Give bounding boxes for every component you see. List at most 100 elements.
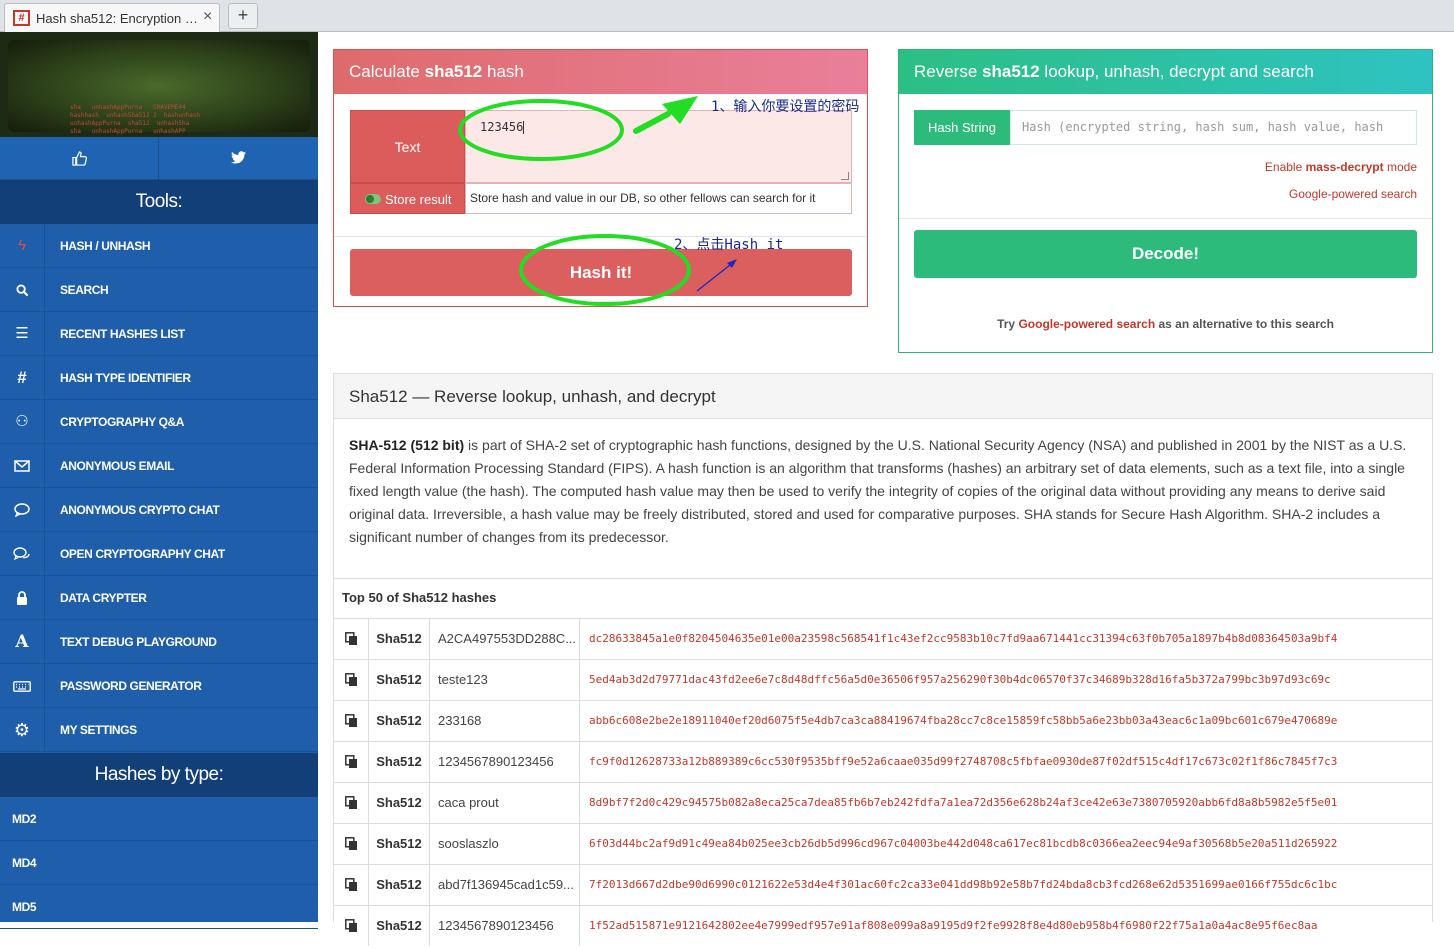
- hash-string-input[interactable]: Hash (encrypted string, hash sum, hash v…: [1010, 110, 1417, 145]
- site-favicon-icon: #: [13, 10, 30, 26]
- browser-tab-bar: # Hash sha512: Encryption and reverse de…: [0, 0, 1454, 32]
- sidebar-item-label: HASH / UNHASH: [60, 239, 151, 253]
- copy-button[interactable]: [334, 619, 369, 659]
- sidebar-item-hash-unhash[interactable]: ϟ HASH / UNHASH: [0, 224, 318, 268]
- hash-value-cell[interactable]: 1f52ad515871e9121642802ee4e7999edf957e91…: [589, 906, 1432, 946]
- sidebar-item-text-debug-playground[interactable]: A TEXT DEBUG PLAYGROUND: [0, 620, 318, 664]
- plain-value-cell[interactable]: A2CA497553DD288C...: [430, 619, 580, 659]
- sidebar-item-my-settings[interactable]: ⚙ MY SETTINGS: [0, 708, 318, 752]
- hash-value-cell[interactable]: abb6c608e2be2e18911040ef20d6075f5e4db7ca…: [589, 701, 1432, 741]
- text-input[interactable]: 123456: [465, 110, 852, 183]
- hash-it-button[interactable]: Hash it!: [350, 249, 852, 296]
- browser-tab[interactable]: # Hash sha512: Encryption and reverse de…: [4, 3, 220, 32]
- sidebar-item-anonymous-crypto-chat[interactable]: ANONYMOUS CRYPTO CHAT: [0, 488, 318, 532]
- sidebar-item-label: TEXT DEBUG PLAYGROUND: [60, 635, 217, 649]
- sidebar-type-md2[interactable]: MD2: [0, 797, 318, 841]
- close-tab-icon[interactable]: ×: [203, 9, 212, 25]
- hash-type-cell: Sha512: [369, 783, 430, 823]
- hash-value-cell[interactable]: 5ed4ab3d2d79771dac43fd2ee6e7c8d48dffc56a…: [589, 660, 1432, 700]
- store-result-toggle[interactable]: Store result: [350, 183, 465, 214]
- thumbs-up-icon: [71, 151, 87, 166]
- hero-screen-text: sha unhashAppPurna CRAVEME44 hashhash un…: [70, 104, 201, 135]
- sidebar-item-password-generator[interactable]: PASSWORD GENERATOR: [0, 664, 318, 708]
- plain-value-cell[interactable]: teste123: [430, 660, 580, 700]
- text-input-value: 123456: [480, 120, 524, 134]
- sidebar-item-search[interactable]: SEARCH: [0, 268, 318, 312]
- decode-button[interactable]: Decode!: [914, 230, 1417, 278]
- sidebar-item-label: DATA CRYPTER: [60, 591, 147, 605]
- hash-table-row: Sha512 A2CA497553DD288C... dc28633845a1e0f…: [334, 618, 1432, 659]
- copy-icon: [344, 919, 357, 932]
- hash-table-row: Sha512 1234567890123456 1f52ad515871e91216…: [334, 905, 1432, 946]
- sidebar-item-hash-type-identifier[interactable]: # HASH TYPE IDENTIFIER: [0, 356, 318, 400]
- sidebar-item-data-crypter[interactable]: DATA CRYPTER: [0, 576, 318, 620]
- copy-button[interactable]: [334, 660, 369, 700]
- plain-value-cell[interactable]: abd7f136945cad1c59...: [430, 865, 580, 905]
- google-search-link[interactable]: Google-powered search: [1289, 187, 1417, 201]
- text-label: Text: [350, 110, 465, 183]
- info-description: SHA-512 (512 bit) is part of SHA-2 set o…: [349, 437, 1407, 545]
- google-alternative-link[interactable]: Google-powered search: [1018, 317, 1155, 331]
- mass-decrypt-link[interactable]: Enable mass-decrypt mode: [1265, 160, 1417, 174]
- sidebar-item-label: PASSWORD GENERATOR: [60, 679, 202, 693]
- calculate-hash-panel: Calculate sha512 hash Text 123456 Store …: [333, 49, 868, 307]
- hash-table-row: Sha512 abd7f136945cad1c59... 7f2013d667d2d…: [334, 864, 1432, 905]
- hash-table-row: Sha512 sooslaszlo 6f03d44bc2af9d91c49ea84b…: [334, 823, 1432, 864]
- sidebar-item-cryptography-qa[interactable]: ⚇ CRYPTOGRAPHY Q&A: [0, 400, 318, 444]
- copy-button[interactable]: [334, 824, 369, 864]
- sidebar-item-open-cryptography-chat[interactable]: OPEN CRYPTOGRAPHY CHAT: [0, 532, 318, 576]
- alternative-search-note: Try Google-powered search as an alternat…: [997, 317, 1334, 331]
- reverse-lookup-panel: Reverse sha512 lookup, unhash, decrypt a…: [898, 49, 1433, 353]
- like-button[interactable]: [0, 137, 158, 180]
- tools-heading: Tools:: [0, 180, 318, 224]
- copy-button[interactable]: [334, 865, 369, 905]
- hash-table-row: Sha512 1234567890123456 fc9f0d12628733a12b…: [334, 741, 1432, 782]
- sidebar-item-recent-hashes[interactable]: ☰ RECENT HASHES LIST: [0, 312, 318, 356]
- sidebar-type-label: MD2: [12, 812, 37, 826]
- hash-value-cell[interactable]: 8d9bf7f2d0c429c94575b082a8eca25ca7dea85f…: [589, 783, 1432, 823]
- plain-value-cell[interactable]: 1234567890123456: [430, 742, 580, 782]
- hash-table-row: Sha512 233168 abb6c608e2be2e18911040ef20d6…: [334, 700, 1432, 741]
- sidebar-item-label: HASH TYPE IDENTIFIER: [60, 371, 191, 385]
- sidebar-type-md4[interactable]: MD4: [0, 841, 318, 885]
- hash-table-row: Sha512 caca prout 8d9bf7f2d0c429c94575b082…: [334, 782, 1432, 823]
- sidebar-item-label: MY SETTINGS: [60, 723, 137, 737]
- hash-value-cell[interactable]: fc9f0d12628733a12b889389c6cc530f9535bff9…: [589, 742, 1432, 782]
- plain-value-cell[interactable]: 1234567890123456: [430, 906, 580, 946]
- sidebar-item-label: OPEN CRYPTOGRAPHY CHAT: [60, 547, 225, 561]
- list-icon: ☰: [0, 312, 45, 356]
- copy-icon: [344, 878, 357, 891]
- hash-value-cell[interactable]: 6f03d44bc2af9d91c49ea84b025ee3cb26db5d99…: [589, 824, 1432, 864]
- keyboard-icon: [0, 664, 45, 708]
- twitter-button[interactable]: [159, 137, 317, 180]
- store-result-description: Store hash and value in our DB, so other…: [465, 183, 852, 214]
- gear-icon: ⚙: [0, 708, 45, 752]
- sidebar-item-label: ANONYMOUS EMAIL: [60, 459, 175, 473]
- copy-icon: [344, 796, 357, 809]
- new-tab-button[interactable]: +: [228, 3, 258, 29]
- step1-annotation: 1、输入你要设置的密码: [711, 99, 860, 115]
- sidebar-item-label: SEARCH: [60, 283, 109, 297]
- hash-value-cell[interactable]: dc28633845a1e0f8204504635e01e00a23598c56…: [589, 619, 1432, 659]
- plain-value-cell[interactable]: sooslaszlo: [430, 824, 580, 864]
- step2-annotation: 2、点击Hash it: [674, 237, 784, 253]
- sidebar-item-anonymous-email[interactable]: ANONYMOUS EMAIL: [0, 444, 318, 488]
- copy-icon: [344, 673, 357, 686]
- plain-value-cell[interactable]: 233168: [430, 701, 580, 741]
- copy-button[interactable]: [334, 742, 369, 782]
- hash-value-cell[interactable]: 7f2013d667d2dbe90d6990c0121622e53d4e4f30…: [589, 865, 1432, 905]
- copy-button[interactable]: [334, 783, 369, 823]
- calculate-panel-title: Calculate sha512 hash: [334, 50, 867, 94]
- plain-value-cell[interactable]: caca prout: [430, 783, 580, 823]
- copy-icon: [344, 714, 357, 727]
- copy-button[interactable]: [334, 906, 369, 946]
- tab-title: Hash sha512: Encryption and reverse decr…: [36, 11, 198, 26]
- sidebar-type-label: MD5: [12, 900, 37, 914]
- copy-button[interactable]: [334, 701, 369, 741]
- twitter-icon: [230, 151, 246, 164]
- lock-icon: [0, 576, 45, 620]
- sidebar-type-label: MD4: [12, 856, 37, 870]
- sidebar-type-md5[interactable]: MD5: [0, 885, 318, 929]
- question-icon: ⚇: [0, 400, 45, 444]
- chat-bubble-icon: [0, 488, 45, 532]
